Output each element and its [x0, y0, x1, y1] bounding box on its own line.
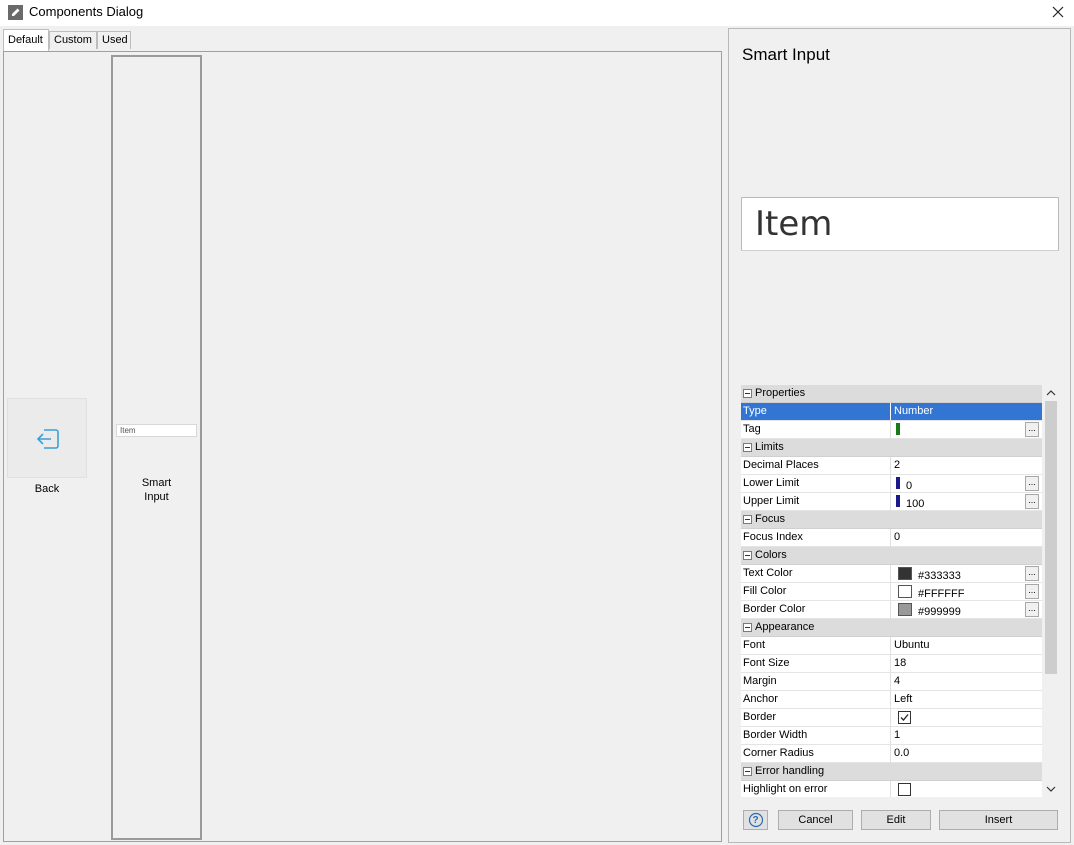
- prop-font-size[interactable]: Font Size 18: [741, 655, 1042, 673]
- edit-button[interactable]: Edit: [861, 810, 931, 830]
- prop-upper-limit[interactable]: Upper Limit 100 ...: [741, 493, 1042, 511]
- prop-highlight-on-error[interactable]: Highlight on error: [741, 781, 1042, 797]
- pencil-icon: [8, 5, 23, 20]
- help-button[interactable]: ?: [743, 810, 768, 830]
- prop-text-color[interactable]: Text Color #333333 ...: [741, 565, 1042, 583]
- upper-limit-ellipsis-button[interactable]: ...: [1025, 494, 1039, 509]
- prop-decimal-places[interactable]: Decimal Places 2: [741, 457, 1042, 475]
- category-focus[interactable]: Focus: [741, 511, 1042, 529]
- prop-lower-limit[interactable]: Lower Limit 0 ...: [741, 475, 1042, 493]
- tab-used[interactable]: Used: [97, 31, 131, 49]
- checkmark-icon: [900, 714, 909, 721]
- prop-tag[interactable]: Tag ...: [741, 421, 1042, 439]
- window-title: Components Dialog: [29, 4, 144, 19]
- highlight-on-error-checkbox[interactable]: [898, 783, 911, 796]
- prop-border-width[interactable]: Border Width 1: [741, 727, 1042, 745]
- border-color-swatch: [898, 603, 912, 616]
- prop-anchor[interactable]: Anchor Left: [741, 691, 1042, 709]
- lower-limit-indicator: [896, 477, 900, 489]
- prop-font[interactable]: Font Ubuntu: [741, 637, 1042, 655]
- tab-custom[interactable]: Custom: [49, 31, 97, 49]
- category-colors[interactable]: Colors: [741, 547, 1042, 565]
- component-preview: Item: [741, 197, 1059, 251]
- fill-color-swatch: [898, 585, 912, 598]
- category-limits[interactable]: Limits: [741, 439, 1042, 457]
- category-appearance[interactable]: Appearance: [741, 619, 1042, 637]
- back-tile[interactable]: [7, 398, 87, 478]
- component-title: Smart Input: [742, 45, 830, 64]
- lower-limit-ellipsis-button[interactable]: ...: [1025, 476, 1039, 491]
- insert-button[interactable]: Insert: [939, 810, 1058, 830]
- properties-panel: Smart Input Item Properties Type Number …: [728, 28, 1071, 843]
- cancel-button[interactable]: Cancel: [778, 810, 853, 830]
- category-error-handling[interactable]: Error handling: [741, 763, 1042, 781]
- smart-input-component[interactable]: Item Smart Input: [111, 55, 202, 840]
- category-properties[interactable]: Properties: [741, 385, 1042, 403]
- prop-border[interactable]: Border: [741, 709, 1042, 727]
- upper-limit-indicator: [896, 495, 900, 507]
- preview-text: Item: [755, 204, 833, 244]
- components-area: Back Item Smart Input: [3, 51, 722, 842]
- tab-default[interactable]: Default: [3, 29, 49, 51]
- border-checkbox[interactable]: [898, 711, 911, 724]
- border-color-ellipsis-button[interactable]: ...: [1025, 602, 1039, 617]
- back-label: Back: [34, 483, 60, 495]
- prop-focus-index[interactable]: Focus Index 0: [741, 529, 1042, 547]
- tag-ellipsis-button[interactable]: ...: [1025, 422, 1039, 437]
- text-color-swatch: [898, 567, 912, 580]
- scroll-down-icon[interactable]: [1046, 784, 1056, 794]
- prop-fill-color[interactable]: Fill Color #FFFFFF ...: [741, 583, 1042, 601]
- property-grid: Properties Type Number Tag ... Limits De…: [741, 385, 1042, 797]
- text-color-ellipsis-button[interactable]: ...: [1025, 566, 1039, 581]
- scrollbar-thumb[interactable]: [1045, 401, 1057, 674]
- scroll-up-icon[interactable]: [1046, 388, 1056, 398]
- prop-border-color[interactable]: Border Color #999999 ...: [741, 601, 1042, 619]
- fill-color-ellipsis-button[interactable]: ...: [1025, 584, 1039, 599]
- title-bar: Components Dialog: [0, 0, 1074, 26]
- close-icon[interactable]: [1048, 2, 1068, 22]
- tag-indicator: [896, 423, 900, 435]
- smart-input-thumbnail: Item: [116, 424, 197, 437]
- prop-corner-radius[interactable]: Corner Radius 0.0: [741, 745, 1042, 763]
- back-arrow-icon: [36, 429, 59, 449]
- prop-type[interactable]: Type Number: [741, 403, 1042, 421]
- smart-input-label: Smart Input: [141, 477, 172, 503]
- property-grid-scrollbar[interactable]: [1044, 385, 1058, 797]
- prop-margin[interactable]: Margin 4: [741, 673, 1042, 691]
